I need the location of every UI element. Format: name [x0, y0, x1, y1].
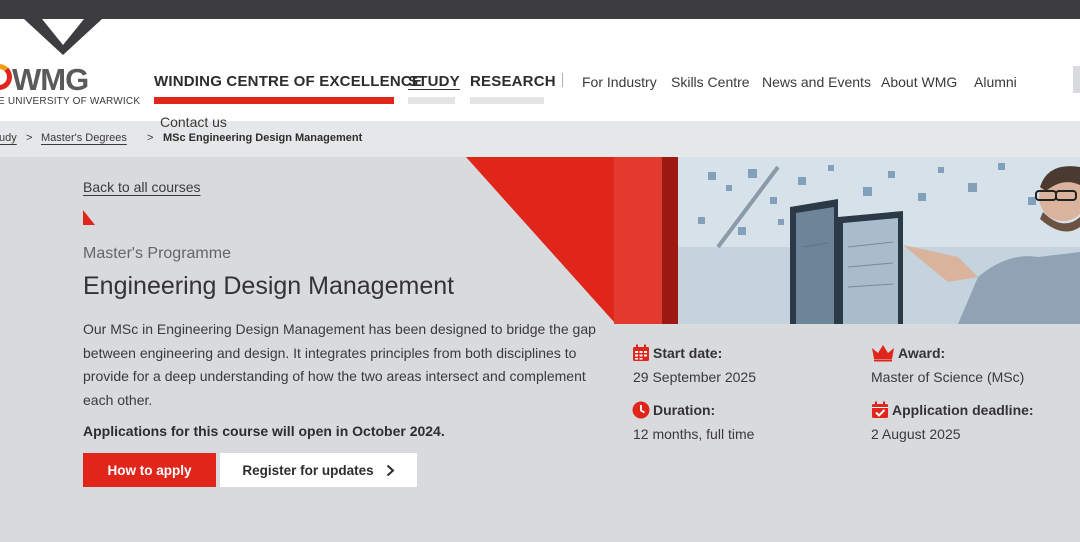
nav-study-indicator — [408, 97, 455, 104]
site-logo[interactable]: WMG — [12, 62, 89, 98]
course-description: Our MSc in Engineering Design Management… — [83, 321, 596, 408]
duration-value: 12 months, full time — [633, 426, 755, 442]
page-title: Engineering Design Management — [83, 272, 455, 300]
register-updates-label: Register for updates — [242, 462, 374, 478]
nav-research-indicator — [470, 97, 544, 104]
start-date-label: Start date: — [653, 345, 723, 361]
award-heading: Award: — [871, 344, 945, 362]
nav-for-industry[interactable]: For Industry — [582, 74, 657, 90]
nav-about-wmg[interactable]: About WMG — [881, 74, 957, 90]
calendar-icon — [633, 344, 649, 361]
start-date-heading: Start date: — [632, 344, 722, 362]
deadline-value: 2 August 2025 — [871, 426, 961, 442]
duration-heading: Duration: — [632, 401, 715, 419]
nav-skills-centre[interactable]: Skills Centre — [671, 74, 750, 90]
award-label: Award: — [898, 345, 946, 361]
breadcrumb-separator: > — [26, 132, 33, 144]
chevron-right-icon — [386, 464, 395, 476]
register-updates-button[interactable]: Register for updates — [220, 453, 417, 487]
accent-triangle-icon — [83, 210, 95, 225]
deadline-label: Application deadline: — [892, 402, 1034, 418]
award-value: Master of Science (MSc) — [871, 369, 1025, 385]
hero-photo — [678, 157, 1080, 324]
search-button-edge[interactable] — [1073, 66, 1080, 93]
clock-icon — [632, 401, 650, 419]
deadline-heading: Application deadline: — [871, 401, 1034, 419]
breadcrumb-masters-degrees[interactable]: Master's Degrees — [41, 132, 127, 144]
logo-subtitle: E UNIVERSITY OF WARWICK — [0, 96, 141, 107]
start-date-value: 29 September 2025 — [633, 369, 756, 385]
top-utility-bar — [0, 0, 1080, 19]
breadcrumb-separator: > — [147, 132, 154, 144]
nav-active-indicator — [154, 97, 394, 104]
programme-type: Master's Programme — [83, 245, 231, 262]
applications-notice: Applications for this course will open i… — [83, 423, 445, 439]
site-header — [0, 19, 1080, 121]
duration-label: Duration: — [653, 402, 716, 418]
calendar-check-icon — [872, 401, 888, 418]
breadcrumb-current: MSc Engineering Design Management — [163, 132, 363, 144]
nav-alumni[interactable]: Alumni — [974, 74, 1017, 90]
nav-study[interactable]: STUDY — [408, 73, 460, 90]
how-to-apply-button[interactable]: How to apply — [83, 453, 216, 487]
nav-winding-centre[interactable]: WINDING CENTRE OF EXCELLENCE — [154, 73, 422, 90]
nav-divider — [562, 73, 563, 87]
nav-contact-us[interactable]: Contact us — [160, 114, 227, 130]
back-to-courses-link[interactable]: Back to all courses — [83, 179, 201, 195]
nav-news-events[interactable]: News and Events — [762, 74, 871, 90]
wmg-logo-chevron-icon — [24, 19, 102, 55]
nav-research[interactable]: RESEARCH — [470, 73, 556, 90]
breadcrumb-study[interactable]: udy — [0, 132, 17, 144]
crown-icon — [872, 345, 894, 362]
